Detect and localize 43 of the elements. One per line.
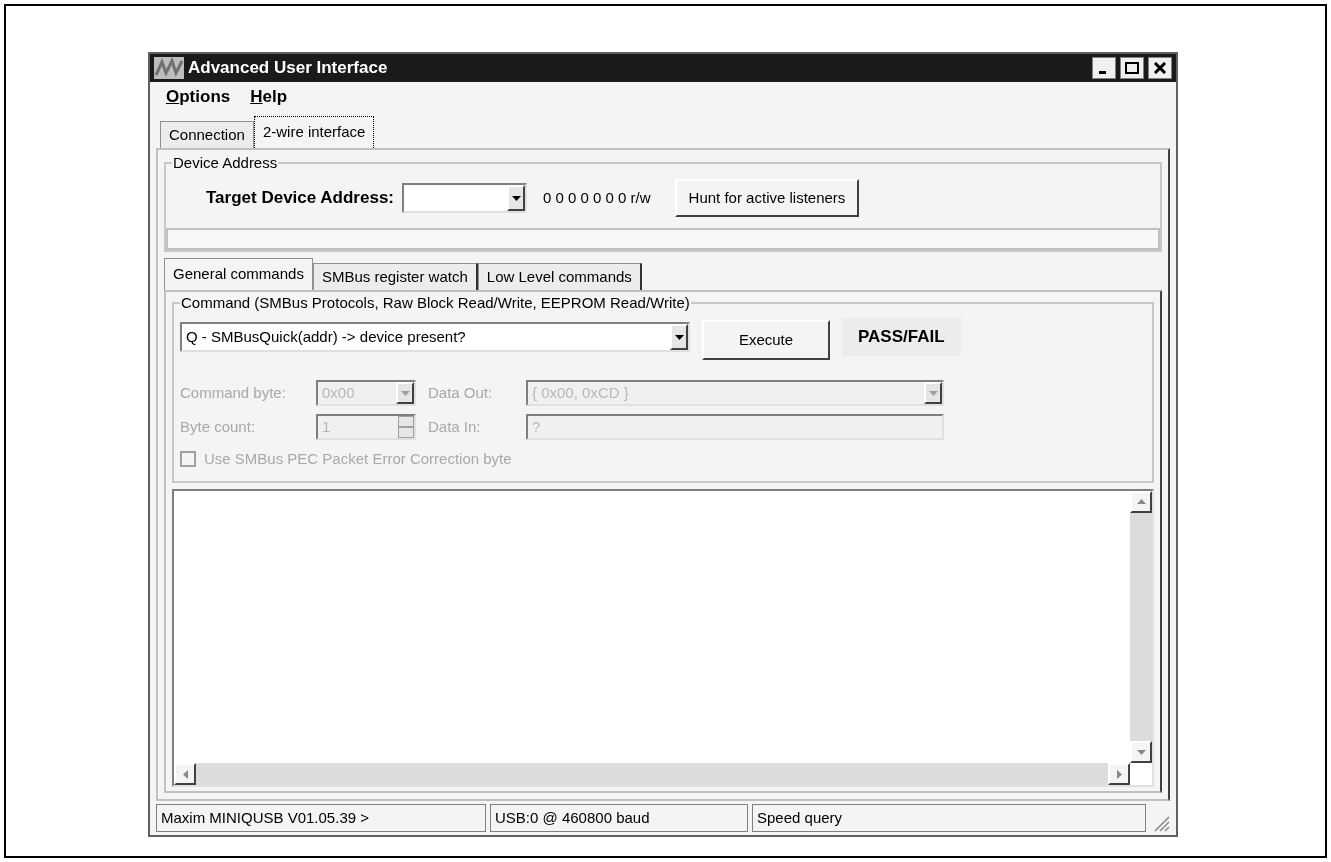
window-title: Advanced User Interface (188, 57, 389, 80)
field-label: Byte count: (180, 416, 257, 437)
field-label: Data In: (428, 416, 482, 437)
field-label: Target Device Address: (206, 187, 394, 210)
menu-item[interactable]: Options (166, 84, 231, 110)
tab[interactable]: 2-wire interface (253, 116, 375, 148)
execute-button[interactable]: Execute (702, 320, 830, 360)
field-label: Data Out: (428, 382, 494, 403)
status-bar-panel: Maxim MINIQUSB V01.05.39 > (156, 804, 486, 832)
field-label: Command byte: (180, 382, 287, 403)
menu-item[interactable]: Help (250, 84, 288, 110)
vertical-scrollbar[interactable] (1130, 490, 1152, 763)
horizontal-scrollbar[interactable] (174, 763, 1130, 785)
status-bar-panel: USB:0 @ 460800 baud (490, 804, 748, 832)
hunt-button[interactable]: Hunt for active listeners (674, 179, 860, 217)
caret-icon (400, 390, 410, 396)
scroll-down-button[interactable] (1130, 741, 1152, 763)
address-bits: 0 0 0 0 0 0 0 r/w (543, 187, 651, 208)
minimize-icon[interactable] (1092, 57, 1116, 79)
scroll-left-button[interactable] (174, 763, 196, 785)
close-icon[interactable] (1148, 57, 1172, 79)
scroll-up-button[interactable] (1130, 490, 1152, 513)
tab[interactable]: General commands (164, 258, 313, 290)
down-arrow-icon (1136, 749, 1146, 755)
logo-icon (154, 57, 184, 79)
tab[interactable]: SMBus register watch (312, 263, 478, 290)
result-label: PASS/FAIL (842, 318, 961, 356)
tab[interactable]: Connection (160, 121, 254, 148)
dropdown-button[interactable] (507, 185, 525, 211)
dropdown-button[interactable] (670, 324, 688, 350)
dropdown[interactable]: Q - SMBusQuick(addr) -> device present? (180, 322, 690, 352)
tab[interactable]: Low Level commands (477, 263, 642, 290)
dropdown[interactable] (402, 183, 527, 213)
left-arrow-icon (182, 769, 188, 779)
right-arrow-icon (1116, 769, 1122, 779)
status-bar-panel: Speed query (752, 804, 1146, 832)
checkbox-label: Use SMBus PEC Packet Error Correction byte (204, 449, 512, 469)
caret-icon (511, 195, 521, 201)
up-arrow-icon (1136, 499, 1146, 504)
caret-icon (674, 334, 684, 340)
maximize-icon[interactable] (1120, 57, 1144, 79)
caret-icon (928, 390, 938, 396)
scroll-right-button[interactable] (1108, 763, 1130, 785)
